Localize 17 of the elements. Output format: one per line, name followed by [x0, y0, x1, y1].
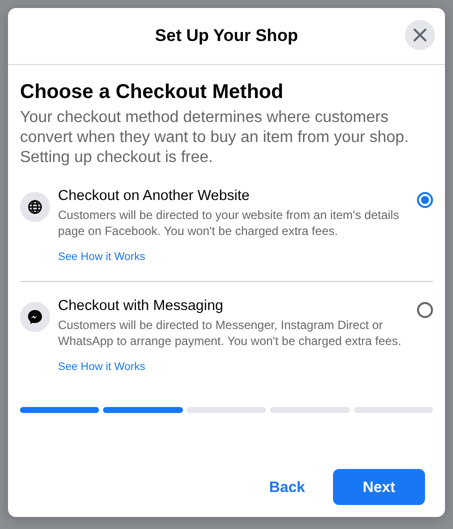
option-description: Customers will be directed to your website from an item's details page on Facebook. You won't be charged extra fees.	[58, 207, 400, 239]
see-how-link[interactable]: See How it Works	[58, 361, 146, 373]
close-button[interactable]	[405, 20, 435, 50]
back-button[interactable]: Back	[257, 470, 317, 504]
dialog-title: Set Up Your Shop	[155, 26, 298, 46]
globe-icon	[28, 200, 42, 214]
section-heading: Choose a Checkout Method	[20, 81, 284, 104]
radio-button[interactable]	[417, 302, 433, 318]
messenger-icon	[27, 309, 43, 325]
next-button[interactable]: Next	[333, 469, 425, 505]
option-title: Checkout with Messaging	[58, 298, 224, 314]
option-description: Customers will be directed to Messenger, Instagram Direct or WhatsApp to arrange payment. You won't be charged extra fees.	[58, 317, 402, 349]
close-icon	[413, 28, 427, 42]
description-text: Your checkout method determines where customers convert when they want to buy an item from your shop. Setting up checkout is free.	[20, 108, 410, 168]
see-how-link[interactable]: See How it Works	[58, 251, 146, 263]
option-title: Checkout on Another Website	[58, 188, 251, 204]
radio-button[interactable]	[417, 192, 433, 208]
